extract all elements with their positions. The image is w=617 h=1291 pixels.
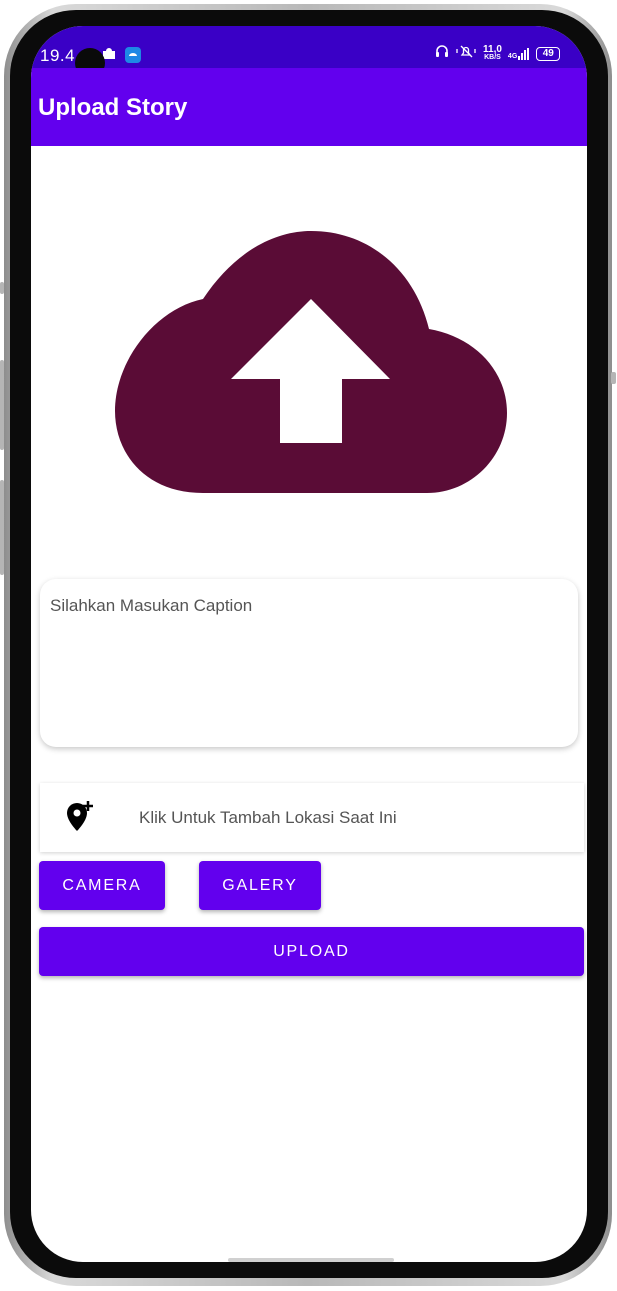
location-label: Klik Untuk Tambah Lokasi Saat Ini (139, 808, 397, 827)
add-location-button[interactable]: Klik Untuk Tambah Lokasi Saat Ini (40, 783, 584, 852)
phone-side-button (611, 372, 616, 384)
page-title: Upload Story (38, 94, 188, 121)
headphones-icon (435, 44, 449, 63)
messages-app-icon (125, 47, 141, 63)
story-preview-image[interactable] (115, 231, 507, 493)
mute-vibrate-icon (455, 44, 477, 63)
camera-button[interactable]: CAMERA (39, 861, 165, 910)
add-location-icon (64, 800, 98, 834)
upload-button[interactable]: UPLOAD (39, 927, 584, 976)
battery-icon: 49 (536, 46, 561, 61)
app-bar: Upload Story (31, 68, 587, 146)
phone-side-button (0, 360, 4, 450)
network-speed: 11,0 KB/S (483, 43, 502, 61)
phone-side-button (0, 282, 4, 294)
status-time: 19.4 (40, 46, 76, 65)
status-icons: 11,0 KB/S 4G 49 (435, 43, 561, 63)
home-indicator[interactable] (228, 1258, 394, 1262)
cloud-upload-icon (115, 231, 507, 493)
caption-placeholder: Silahkan Masukan Caption (50, 596, 253, 615)
phone-screen: 19.4 11,0 KB/S 4G 49 Upload Story Silahk… (31, 26, 587, 1262)
signal-icon: 4G (508, 47, 530, 60)
caption-input[interactable]: Silahkan Masukan Caption (40, 579, 578, 747)
phone-side-button (0, 480, 4, 575)
status-bar: 19.4 11,0 KB/S 4G 49 (31, 26, 587, 78)
gallery-button[interactable]: GALERY (199, 861, 321, 910)
